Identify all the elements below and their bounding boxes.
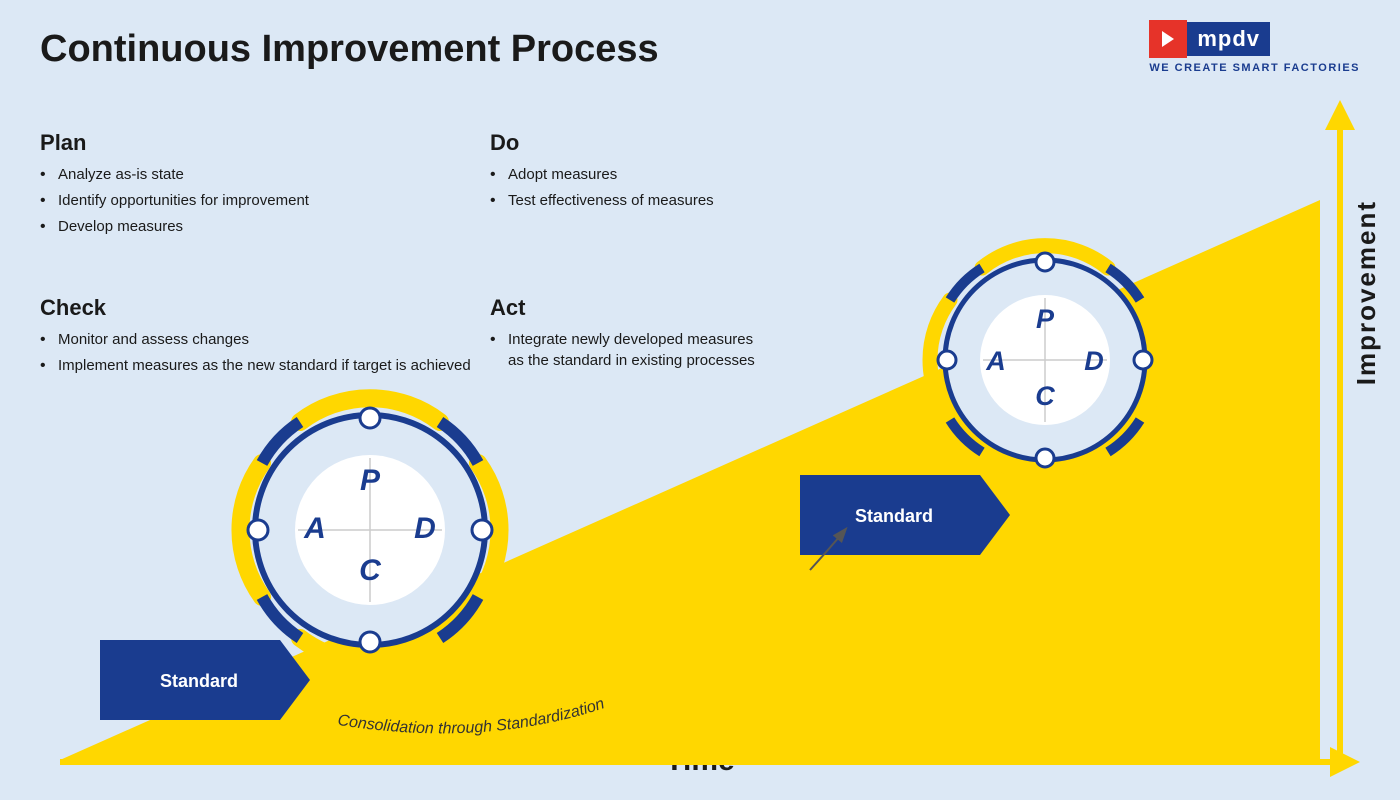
logo-brand-text: mpdv: [1197, 26, 1260, 52]
act-heading-rest: ct: [506, 295, 526, 320]
plan-heading-rest: lan: [55, 130, 87, 155]
do-bullet-1: Adopt measures: [490, 164, 714, 185]
do-section: Do Adopt measures Test effectiveness of …: [490, 130, 714, 216]
time-label: Time: [665, 744, 734, 778]
improvement-label: Improvement: [1351, 200, 1382, 385]
svg-text:C: C: [359, 554, 382, 587]
svg-text:D: D: [1084, 346, 1104, 376]
act-bold-letter: A: [490, 295, 506, 320]
check-bullet-2: Implement measures as the new standard i…: [40, 355, 471, 376]
do-bullets: Adopt measures Test effectiveness of mea…: [490, 164, 714, 211]
do-bullet-2: Test effectiveness of measures: [490, 190, 714, 211]
plan-bold-letter: P: [40, 130, 55, 155]
svg-text:C: C: [1035, 381, 1055, 411]
svg-text:A: A: [303, 512, 326, 545]
check-section: Check Monitor and assess changes Impleme…: [40, 295, 471, 381]
svg-text:P: P: [1036, 304, 1055, 334]
act-bullet-1: Integrate newly developed measuresas the…: [490, 329, 755, 371]
logo-area: mpdv WE CREATE SMART FACTORIES: [1149, 20, 1360, 74]
page-title: Continuous Improvement Process: [40, 28, 659, 71]
svg-text:Consolidation through Standard: Consolidation through Standardization: [336, 695, 606, 737]
logo-icon: [1156, 27, 1180, 51]
check-bold-letter: C: [40, 295, 56, 320]
do-heading: Do: [490, 130, 714, 156]
plan-section: Plan Analyze as-is state Identify opport…: [40, 130, 309, 242]
plan-heading: Plan: [40, 130, 309, 156]
act-heading: Act: [490, 295, 755, 321]
svg-text:D: D: [414, 512, 436, 545]
act-bullets: Integrate newly developed measuresas the…: [490, 329, 755, 371]
svg-text:A: A: [985, 346, 1006, 376]
plan-bullet-3: Develop measures: [40, 216, 309, 237]
check-bullets: Monitor and assess changes Implement mea…: [40, 329, 471, 376]
plan-bullets: Analyze as-is state Identify opportuniti…: [40, 164, 309, 237]
do-heading-rest: o: [506, 130, 519, 155]
logo-tagline: WE CREATE SMART FACTORIES: [1149, 62, 1360, 74]
diagram-svg: Standard Standard Consolidation through …: [0, 0, 1400, 800]
logo-text-block: mpdv: [1187, 22, 1270, 56]
logo-box: mpdv: [1149, 20, 1360, 58]
logo-red-box: [1149, 20, 1187, 58]
yellow-triangle: [60, 200, 1320, 760]
do-bold-letter: D: [490, 130, 506, 155]
check-heading: Check: [40, 295, 471, 321]
act-section: Act Integrate newly developed measuresas…: [490, 295, 755, 376]
svg-text:P: P: [360, 464, 381, 497]
check-bullet-1: Monitor and assess changes: [40, 329, 471, 350]
svg-text:Standard: Standard: [855, 506, 933, 526]
svg-text:Standard: Standard: [160, 671, 238, 691]
check-heading-rest: heck: [56, 295, 106, 320]
plan-bullet-2: Identify opportunities for improvement: [40, 190, 309, 211]
plan-bullet-1: Analyze as-is state: [40, 164, 309, 185]
